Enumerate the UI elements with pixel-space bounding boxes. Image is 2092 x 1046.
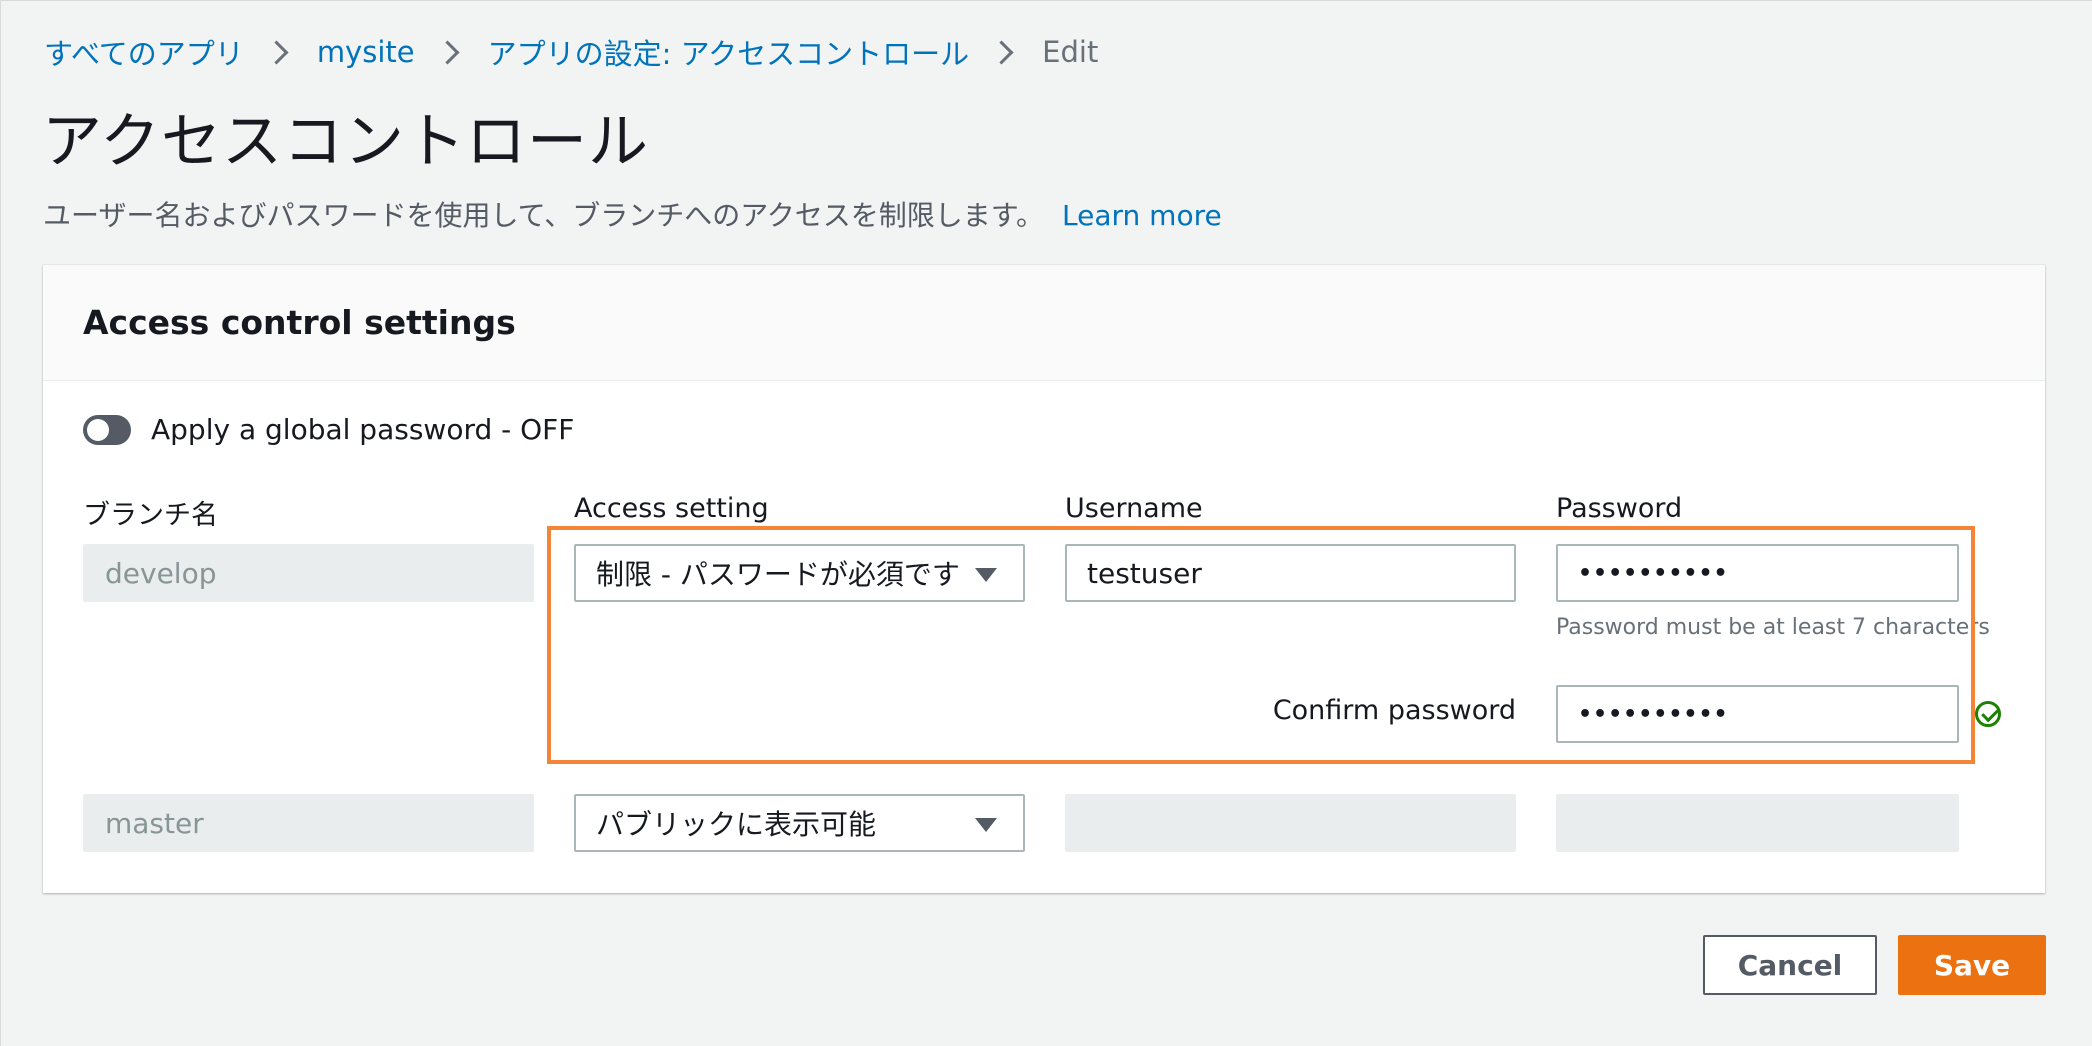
chevron-right-icon [264, 39, 289, 65]
access-setting-value: パブリックに表示可能 [596, 808, 877, 841]
column-header-username: Username [1065, 493, 1203, 524]
global-password-toggle-row: Apply a global password - OFF [83, 413, 574, 446]
learn-more-link[interactable]: Learn more [1062, 199, 1222, 232]
panel-header: Access control settings [43, 265, 2045, 381]
page-title: アクセスコントロール [42, 107, 649, 177]
access-setting-select-master[interactable]: パブリックに表示可能 [574, 794, 1025, 852]
breadcrumb-app-settings[interactable]: アプリの設定: アクセスコントロール [488, 31, 970, 73]
breadcrumb-all-apps[interactable]: すべてのアプリ [44, 31, 244, 73]
caret-down-icon [975, 818, 997, 832]
column-header-branch: ブランチ名 [83, 500, 218, 531]
username-input-master [1065, 794, 1516, 852]
panel-title: Access control settings [83, 303, 516, 342]
branch-name-master: master [83, 794, 534, 852]
description-text: ユーザー名およびパスワードを使用して、ブランチへのアクセスを制限します。 [43, 199, 1045, 232]
breadcrumb-mysite[interactable]: mysite [317, 35, 415, 69]
global-password-toggle[interactable] [83, 414, 131, 445]
password-input-master [1556, 794, 1959, 852]
save-button[interactable]: Save [1898, 935, 2046, 995]
branch-name-develop: develop [83, 544, 534, 602]
cancel-button[interactable]: Cancel [1703, 935, 1877, 995]
column-header-access: Access setting [574, 493, 769, 524]
check-circle-icon [1975, 701, 2001, 727]
breadcrumb: すべてのアプリ mysite アプリの設定: アクセスコントロール Edit [44, 31, 1098, 73]
page: すべてのアプリ mysite アプリの設定: アクセスコントロール Edit ア… [0, 0, 2092, 1046]
chevron-right-icon [989, 39, 1014, 65]
chevron-right-icon [435, 39, 460, 65]
access-control-panel: Access control settings Apply a global p… [43, 265, 2045, 893]
column-header-password: Password [1556, 493, 1683, 524]
breadcrumb-current: Edit [1042, 35, 1099, 69]
highlight-box [547, 526, 1975, 764]
global-password-toggle-label: Apply a global password - OFF [151, 413, 575, 446]
page-description: ユーザー名およびパスワードを使用して、ブランチへのアクセスを制限します。 Lear… [43, 194, 1222, 234]
